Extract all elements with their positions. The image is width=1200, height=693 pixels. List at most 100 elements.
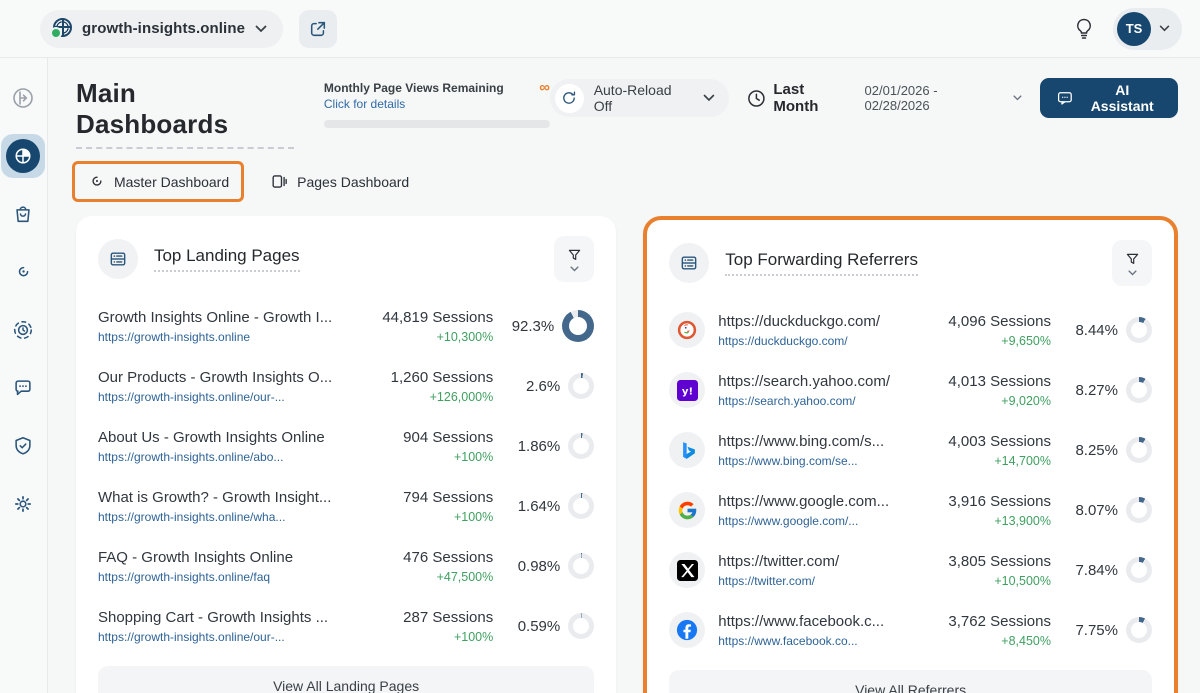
pages-icon [270,172,289,191]
spiral-icon [87,172,106,191]
yahoo-icon: y! [669,372,705,408]
sidebar-item-dashboards[interactable] [1,134,45,178]
filter-button[interactable] [554,236,594,282]
row-title[interactable]: https://www.bing.com/s... [718,433,890,450]
row-share: 92.3% [506,310,594,342]
monthly-views-details-link[interactable]: Click for details [324,97,504,111]
row-share: 8.44% [1064,317,1152,343]
website-selector[interactable]: growth-insights.online [40,10,283,48]
list-item[interactable]: https://twitter.com/ https://twitter.com… [647,540,1174,600]
list-item[interactable]: Shopping Cart - Growth Insights ... http… [76,596,616,656]
sidebar-item-feedback[interactable] [1,366,45,410]
list-item[interactable]: https://www.bing.com/s... https://www.bi… [647,420,1174,480]
sidebar-item-privacy[interactable] [1,424,45,468]
domain-name: growth-insights.online [82,20,245,37]
share-donut [1126,497,1152,523]
share-percentage: 8.25% [1075,442,1118,459]
tab-pages-dashboard[interactable]: Pages Dashboard [258,164,421,199]
row-sessions: 794 Sessions +100% [345,489,493,524]
share-donut [568,373,594,399]
row-share: 7.75% [1064,617,1152,643]
sessions-change: +100% [345,510,493,524]
chevron-down-icon [570,266,579,272]
dashboard-pie-icon [6,139,40,173]
row-share: 1.86% [506,433,594,459]
ideas-button[interactable] [1069,13,1099,45]
cards-row: Top Landing Pages Growth Insights Online… [48,202,1200,693]
session-target-icon [12,319,34,341]
row-url[interactable]: https://growth-insights.online/our-... [98,390,332,404]
list-item[interactable]: https://www.facebook.c... https://www.fa… [647,600,1174,660]
share-donut [1126,437,1152,463]
ai-assistant-label: AI Assistant [1082,82,1162,114]
list-item[interactable]: Growth Insights Online - Growth I... htt… [76,296,616,356]
row-url[interactable]: https://search.yahoo.com/ [718,394,890,408]
sidebar-item-settings[interactable] [1,482,45,526]
open-website-button[interactable] [299,10,337,48]
list-item[interactable]: https://www.google.com... https://www.go… [647,480,1174,540]
date-range-picker[interactable]: Last Month 02/01/2026 - 02/28/2026 [747,81,1022,115]
card-badge [98,239,138,279]
tab-label: Master Dashboard [114,174,229,190]
share-percentage: 1.64% [518,498,561,515]
row-title[interactable]: https://www.facebook.c... [718,613,890,630]
row-url[interactable]: https://www.facebook.co... [718,634,890,648]
period-range: 02/01/2026 - 02/28/2026 [865,83,1005,113]
sidebar-item-ecommerce[interactable] [1,192,45,236]
row-title[interactable]: About Us - Growth Insights Online [98,429,332,446]
chevron-down-icon [703,94,715,102]
row-title[interactable]: Our Products - Growth Insights O... [98,369,332,386]
tab-master-dashboard[interactable]: Master Dashboard [75,164,241,199]
main-content: Main Dashboards Monthly Page Views Remai… [48,58,1200,693]
filter-button[interactable] [1112,240,1152,286]
list-item[interactable]: About Us - Growth Insights Online https:… [76,416,616,476]
row-url[interactable]: https://growth-insights.online [98,330,332,344]
user-menu[interactable]: TS [1113,8,1182,50]
row-url[interactable]: https://twitter.com/ [718,574,890,588]
top-forwarding-referrers-card: Top Forwarding Referrers https://duckduc… [643,216,1178,693]
row-title[interactable]: FAQ - Growth Insights Online [98,549,332,566]
clock-icon [747,89,766,108]
row-title[interactable]: What is Growth? - Growth Insight... [98,489,332,506]
period-label: Last Month [773,81,852,115]
sidebar-collapse-button[interactable] [1,76,45,120]
external-link-icon [309,20,327,38]
sidebar-item-session-recordings[interactable] [1,308,45,352]
sessions-change: +13,900% [903,514,1051,528]
filter-funnel-icon [566,247,583,264]
share-donut [1126,317,1152,343]
share-percentage: 92.3% [512,318,555,335]
row-url[interactable]: https://growth-insights.online/abo... [98,450,332,464]
row-title[interactable]: Growth Insights Online - Growth I... [98,309,332,326]
row-title[interactable]: Shopping Cart - Growth Insights ... [98,609,332,626]
ai-assistant-button[interactable]: AI Assistant [1040,78,1178,118]
gear-icon [12,493,34,515]
row-title[interactable]: https://duckduckgo.com/ [718,313,890,330]
share-percentage: 7.75% [1075,622,1118,639]
row-url[interactable]: https://www.bing.com/se... [718,454,890,468]
auto-reload-dropdown[interactable]: Auto-Reload Off [550,79,729,117]
list-item[interactable]: FAQ - Growth Insights Online https://gro… [76,536,616,596]
row-title[interactable]: https://search.yahoo.com/ [718,373,890,390]
row-share: 8.07% [1064,497,1152,523]
row-url[interactable]: https://www.google.com/... [718,514,890,528]
row-title[interactable]: https://twitter.com/ [718,553,890,570]
view-all-button[interactable]: View All Landing Pages [98,666,594,693]
sidebar-item-behavior[interactable] [1,250,45,294]
row-title[interactable]: https://www.google.com... [718,493,890,510]
view-all-button[interactable]: View All Referrers [669,670,1152,693]
sessions-value: 904 Sessions [345,429,493,446]
row-sessions: 3,916 Sessions +13,900% [903,493,1051,528]
list-item[interactable]: https://duckduckgo.com/ https://duckduck… [647,300,1174,360]
share-donut [568,553,594,579]
share-donut [568,613,594,639]
list-item[interactable]: y! https://search.yahoo.com/ https://sea… [647,360,1174,420]
row-url[interactable]: https://growth-insights.online/our-... [98,630,332,644]
row-url[interactable]: https://growth-insights.online/faq [98,570,332,584]
row-url[interactable]: https://duckduckgo.com/ [718,334,890,348]
list-item[interactable]: Our Products - Growth Insights O... http… [76,356,616,416]
row-sessions: 287 Sessions +100% [345,609,493,644]
row-url[interactable]: https://growth-insights.online/wha... [98,510,332,524]
row-sessions: 904 Sessions +100% [345,429,493,464]
list-item[interactable]: What is Growth? - Growth Insight... http… [76,476,616,536]
